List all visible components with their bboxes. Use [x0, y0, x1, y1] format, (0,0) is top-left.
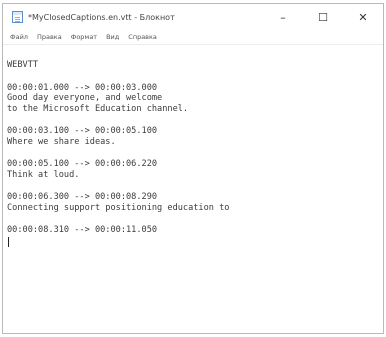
cue-text: Where we share ideas.	[7, 136, 116, 147]
menu-format[interactable]: Формат	[71, 33, 97, 41]
minimize-button[interactable]: –	[263, 4, 303, 30]
cue-timing: 00:00:05.100 --> 00:00:06.220	[7, 159, 158, 169]
cue-timing: 00:00:03.100 --> 00:00:05.100	[7, 126, 158, 136]
window-controls: – ☐ ✕	[263, 4, 383, 30]
cue-timing: 00:00:01.000 --> 00:00:03.000	[7, 82, 158, 93]
vtt-header: WEBVTT	[7, 60, 39, 70]
menu-view[interactable]: Вид	[106, 33, 119, 41]
close-button[interactable]: ✕	[343, 4, 383, 30]
menu-edit[interactable]: Правка	[37, 33, 62, 41]
cue-text: Think at loud.	[7, 169, 80, 180]
cue-timing: 00:00:06.300 --> 00:00:08.290	[7, 192, 158, 202]
title-bar[interactable]: *MyClosedCaptions.en.vtt - Блокнот – ☐ ✕	[3, 4, 383, 30]
maximize-button[interactable]: ☐	[303, 4, 343, 30]
cue-text: Connecting support positioning education…	[7, 202, 230, 213]
menu-bar: Файл Правка Формат Вид Справка	[3, 30, 383, 45]
cue-text: to the Microsoft Education channel.	[7, 103, 189, 114]
menu-help[interactable]: Справка	[128, 33, 157, 41]
window-title: *MyClosedCaptions.en.vtt - Блокнот	[28, 12, 175, 22]
notepad-window: *MyClosedCaptions.en.vtt - Блокнот – ☐ ✕…	[2, 3, 384, 334]
notepad-icon	[12, 11, 23, 23]
cue-text: Good day everyone, and welcome	[7, 93, 163, 103]
cue-timing: 00:00:08.310 --> 00:00:11.050	[7, 225, 158, 235]
menu-file[interactable]: Файл	[10, 33, 28, 41]
text-cursor	[8, 236, 9, 247]
text-editor[interactable]: WEBVTT 00:00:01.000 --> 00:00:03.000 Goo…	[3, 46, 383, 333]
